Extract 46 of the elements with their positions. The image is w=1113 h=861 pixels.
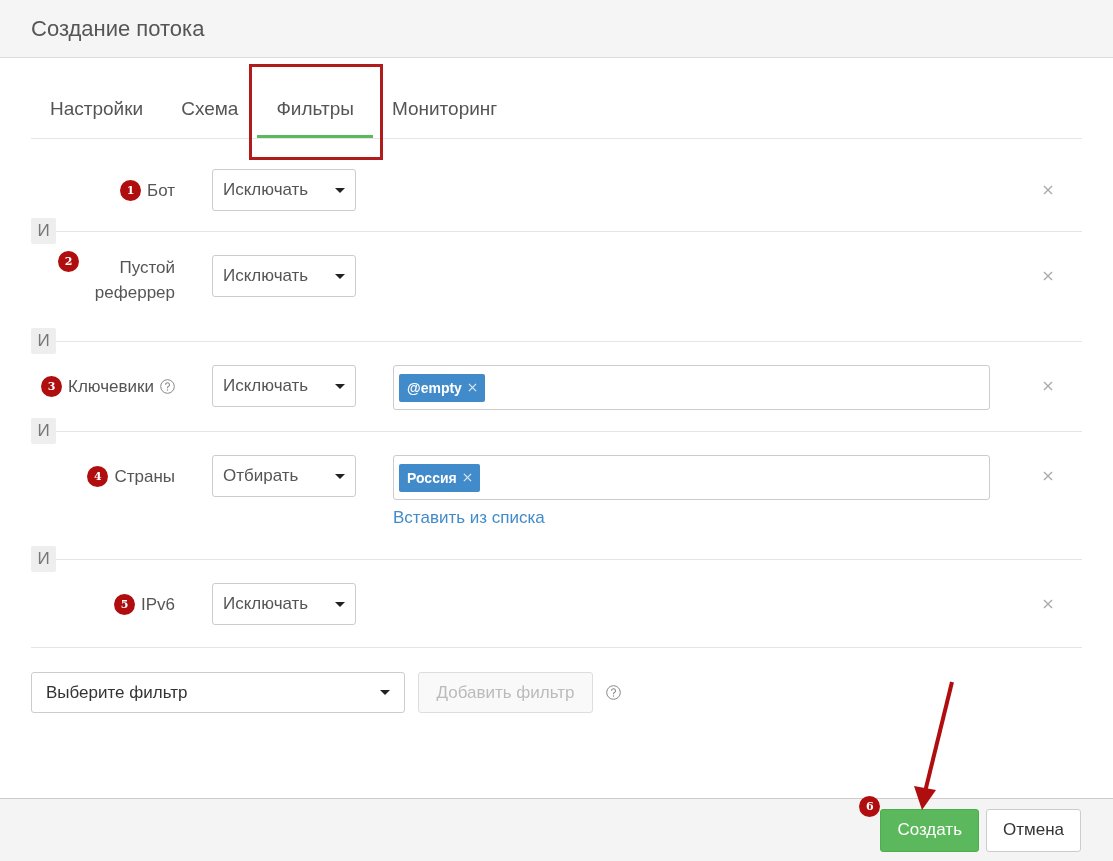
and-connector: И [31, 328, 56, 354]
mode-select[interactable]: Отбирать [212, 455, 356, 497]
and-connector: И [31, 546, 56, 572]
close-icon [1043, 599, 1053, 609]
tab[interactable]: Настройки [31, 82, 163, 138]
help-icon[interactable] [606, 685, 621, 700]
caret-icon [335, 473, 345, 479]
tag: Россия [399, 463, 480, 492]
close-icon [1043, 471, 1053, 481]
and-connector: И [31, 418, 56, 444]
caret-icon [380, 690, 390, 695]
close-icon [1043, 271, 1053, 281]
filter-label: Пустой реферрер [93, 257, 175, 304]
remove-icon[interactable] [467, 383, 477, 392]
mode-select[interactable]: Исключать [212, 255, 356, 297]
caret-icon [335, 187, 345, 193]
step-badge: 5 [113, 593, 135, 615]
tab[interactable]: Мониторинг [372, 82, 517, 138]
step-badge: 2 [58, 251, 79, 272]
step-badge: 4 [87, 465, 109, 487]
tab[interactable]: Схема [162, 82, 258, 138]
paste-link[interactable]: Вставить из списка [393, 508, 545, 527]
step-badge: 6 [859, 795, 881, 817]
tags-field[interactable]: @empty [393, 365, 990, 410]
tags-field[interactable]: Россия [393, 455, 990, 500]
help-icon[interactable] [160, 378, 175, 394]
mode-select[interactable]: Исключать [212, 365, 356, 407]
filter-label: IPv6 [140, 593, 175, 616]
caret-icon [335, 383, 345, 389]
filter-label: Ключевики [68, 375, 154, 398]
tab[interactable]: Фильтры [257, 82, 373, 138]
caret-icon [335, 273, 345, 279]
close-icon [1043, 381, 1053, 391]
step-badge: 1 [119, 179, 141, 201]
and-connector: И [31, 218, 56, 244]
tag: @empty [399, 373, 485, 402]
step-badge: 3 [41, 375, 62, 397]
filter-label: Бот [146, 179, 175, 202]
remove-icon[interactable] [462, 473, 472, 482]
cancel-button[interactable]: Отмена [986, 808, 1081, 852]
caret-icon [335, 601, 345, 607]
close-icon [1043, 185, 1053, 195]
dialog-title: Создание потока [31, 15, 205, 42]
mode-select[interactable]: Исключать [212, 169, 356, 211]
mode-select[interactable]: Исключать [212, 583, 356, 625]
filter-label: Страны [114, 465, 175, 488]
